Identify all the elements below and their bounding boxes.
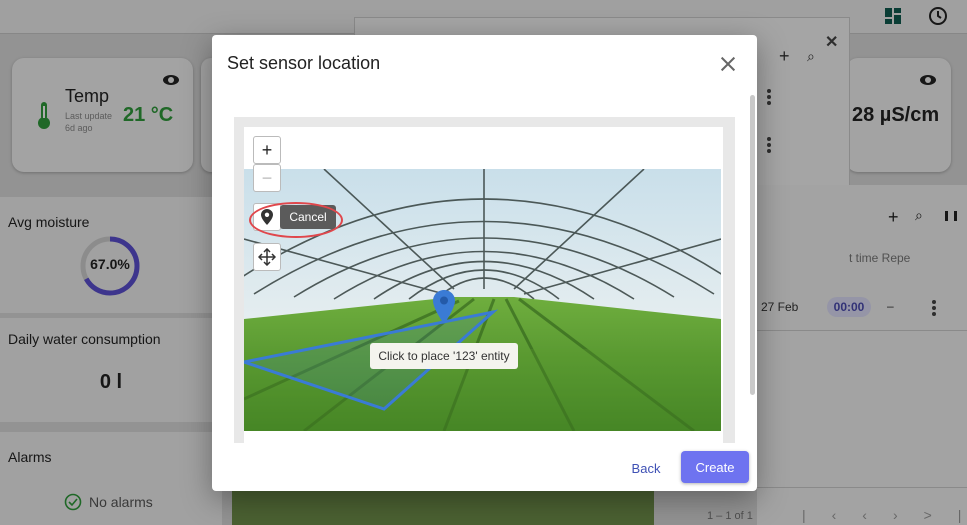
move-button[interactable] (253, 243, 281, 271)
map-canvas[interactable] (244, 127, 723, 443)
move-icon (258, 248, 276, 266)
map-marker-icon[interactable] (433, 290, 455, 324)
create-button[interactable]: Create (681, 451, 749, 483)
dialog-scrollbar[interactable] (750, 95, 755, 395)
back-button[interactable]: Back (626, 458, 666, 478)
dialog-title: Set sensor location (227, 53, 381, 73)
zoom-in-button[interactable]: + (253, 136, 281, 164)
close-icon[interactable] (719, 55, 737, 73)
map-container (234, 117, 735, 443)
zoom-out-button[interactable]: − (253, 164, 281, 192)
cancel-highlight (249, 202, 343, 238)
place-entity-tooltip: Click to place '123' entity (370, 343, 518, 369)
set-location-dialog: Set sensor location + − (212, 35, 757, 491)
